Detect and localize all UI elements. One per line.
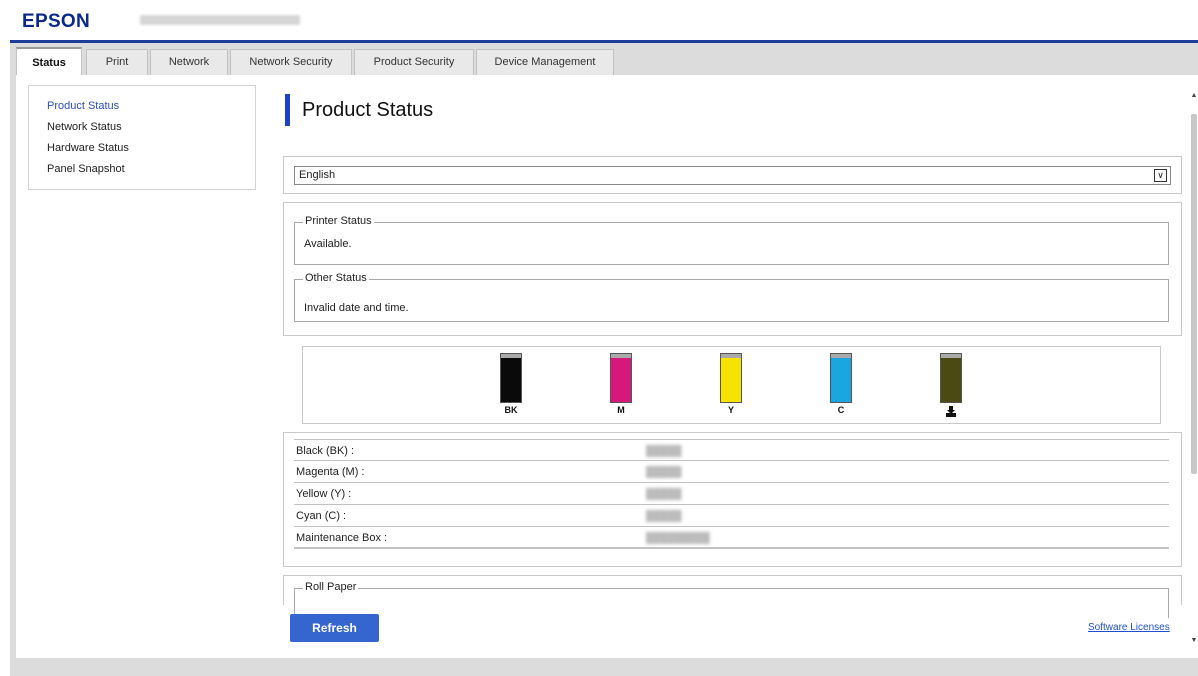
- tab-network-security[interactable]: Network Security: [230, 49, 352, 75]
- printer-status-text: Available.: [304, 238, 352, 250]
- ink-cartridge-black: [500, 353, 522, 403]
- tab-device-management[interactable]: Device Management: [476, 49, 614, 75]
- other-status-text: Invalid date and time.: [304, 302, 409, 314]
- tab-status[interactable]: Status: [16, 47, 82, 75]
- scroll-up-icon[interactable]: ▲: [1190, 92, 1198, 102]
- ink-label-black: BK: [504, 405, 518, 415]
- ink-levels-table: Black (BK) : █████ Magenta (M) : █████ Yel…: [283, 432, 1182, 567]
- sidebar-item-product-status[interactable]: Product Status: [47, 96, 255, 117]
- ink-cartridge-yellow: [720, 353, 742, 403]
- roll-paper-group: Roll Paper: [294, 581, 1169, 618]
- sidebar-item-hardware-status[interactable]: Hardware Status: [47, 138, 255, 159]
- level-row-black: Black (BK) : █████: [294, 439, 1169, 461]
- app-header: EPSON: [0, 0, 1198, 43]
- sidebar-item-panel-snapshot[interactable]: Panel Snapshot: [47, 159, 255, 180]
- scrollbar[interactable]: ▲ ▼: [1190, 92, 1198, 647]
- software-licenses-link[interactable]: Software Licenses: [1088, 622, 1170, 633]
- model-name-obscured: [140, 13, 300, 27]
- scrollbar-thumb[interactable]: [1191, 114, 1197, 474]
- level-label: Yellow (Y) :: [296, 488, 352, 500]
- level-row-maintenance-box: Maintenance Box : █████████: [294, 527, 1169, 549]
- level-label: Cyan (C) :: [296, 510, 347, 522]
- tab-print[interactable]: Print: [86, 49, 148, 75]
- level-value-obscured: █████: [646, 467, 682, 478]
- refresh-button[interactable]: Refresh: [290, 614, 379, 642]
- frame-bottom: [10, 658, 1198, 676]
- other-status-group: Other Status Invalid date and time.: [294, 272, 1169, 322]
- sidebar: Product Status Network Status Hardware S…: [28, 85, 256, 190]
- chevron-down-icon[interactable]: ∨: [1154, 169, 1167, 182]
- scroll-down-icon[interactable]: ▼: [1190, 637, 1198, 647]
- ink-cartridge-cyan: [830, 353, 852, 403]
- ink-label-yellow: Y: [727, 405, 734, 415]
- maintenance-box-cartridge: [940, 353, 962, 403]
- title-accent-bar: [285, 94, 290, 126]
- roll-paper-panel: Roll Paper: [283, 575, 1182, 618]
- level-row-yellow: Yellow (Y) : █████: [294, 483, 1169, 505]
- tab-network[interactable]: Network: [150, 49, 228, 75]
- level-value-obscured: █████: [646, 489, 682, 500]
- level-value-obscured: █████: [646, 446, 682, 457]
- printer-status-legend: Printer Status: [303, 215, 374, 227]
- level-row-cyan: Cyan (C) : █████: [294, 505, 1169, 527]
- page-title: Product Status: [302, 99, 434, 121]
- status-panel: Printer Status Available. Other Status I…: [283, 202, 1182, 336]
- language-select[interactable]: English ∨: [294, 166, 1171, 185]
- level-label: Magenta (M) :: [296, 466, 365, 478]
- level-value-obscured: █████: [646, 511, 682, 522]
- epson-logo: EPSON: [22, 11, 91, 32]
- ink-label-magenta: M: [617, 405, 625, 415]
- frame-left: [10, 75, 16, 660]
- level-value-obscured: █████████: [646, 533, 710, 544]
- printer-status-group: Printer Status Available.: [294, 215, 1169, 265]
- language-panel: English ∨: [283, 156, 1182, 194]
- tab-product-security[interactable]: Product Security: [354, 49, 474, 75]
- level-label: Black (BK) :: [296, 445, 355, 457]
- level-label: Maintenance Box :: [296, 532, 388, 544]
- ink-label-cyan: C: [837, 405, 845, 415]
- other-status-legend: Other Status: [303, 272, 369, 284]
- ink-level-panel: BK M Y C: [302, 346, 1161, 424]
- sidebar-item-network-status[interactable]: Network Status: [47, 117, 255, 138]
- maintenance-box-icon: [936, 404, 966, 420]
- level-row-magenta: Magenta (M) : █████: [294, 461, 1169, 483]
- tab-bar: Status Print Network Network Security Pr…: [10, 43, 1198, 75]
- ink-cartridge-magenta: [610, 353, 632, 403]
- language-selected-value: English: [299, 169, 336, 181]
- roll-paper-legend: Roll Paper: [303, 581, 359, 593]
